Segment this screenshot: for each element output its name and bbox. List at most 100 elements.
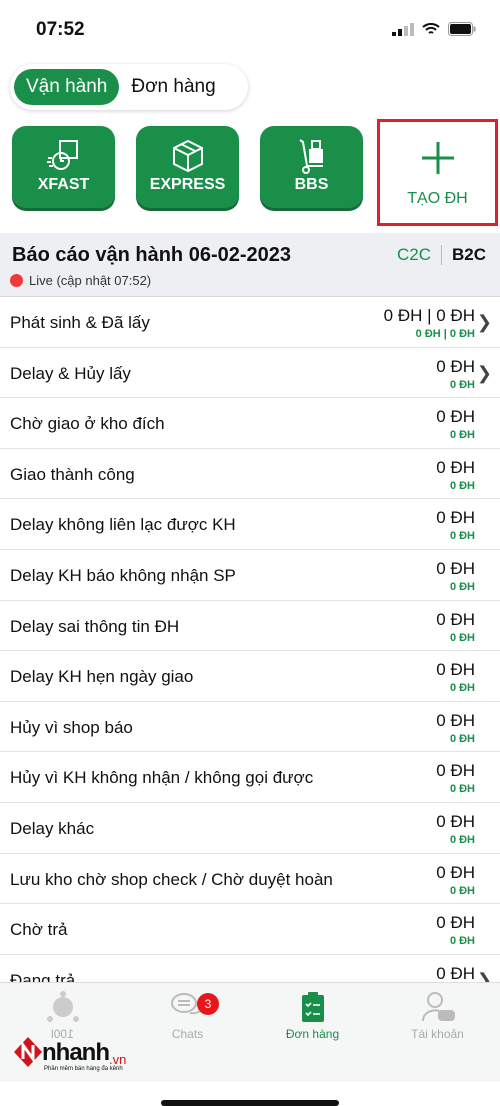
report-row: Hủy vì KH không nhận / không gọi được 0 Đ… bbox=[0, 752, 500, 803]
tab-label: Tài khoản bbox=[411, 1027, 464, 1041]
row-label: Hủy vì shop báo bbox=[10, 717, 133, 737]
network-icon bbox=[46, 991, 79, 1022]
report-list: Phát sinh & Đã lấy 0 ĐH | 0 ĐH 0 ĐH | 0 ĐH… bbox=[0, 297, 500, 1006]
plus-icon bbox=[421, 142, 454, 174]
logo-tagline: Phần mềm bán hàng đa kênh bbox=[44, 1066, 123, 1072]
row-label: Delay không liên lạc được KH bbox=[10, 515, 236, 535]
service-bbs-button[interactable]: BBS bbox=[260, 126, 363, 208]
clipboard-check-icon bbox=[301, 992, 324, 1022]
row-count: 0 ĐH bbox=[436, 660, 475, 680]
row-subcount: 0 ĐH bbox=[449, 783, 475, 796]
tab-don-hang[interactable]: Đơn hàng bbox=[250, 991, 375, 1041]
row-label: Chờ trả bbox=[10, 920, 68, 940]
b2c-toggle[interactable]: B2C bbox=[452, 245, 486, 265]
report-row: Giao thành công 0 ĐH 0 ĐH bbox=[0, 449, 500, 500]
tab-label: Chats bbox=[171, 1027, 204, 1041]
report-row: Lưu kho chờ shop check / Chờ duyệt hoàn 0… bbox=[0, 854, 500, 905]
tab-bar: 100l 3 Chats Đơn hàng Tài khoản nhanh .vn… bbox=[0, 982, 500, 1106]
tab-chats[interactable]: 3 Chats bbox=[125, 991, 250, 1041]
clock: 07:52 bbox=[36, 19, 85, 40]
box-icon bbox=[172, 139, 203, 173]
row-subcount: 0 ĐH | 0 ĐH bbox=[415, 328, 475, 340]
row-count: 0 ĐH bbox=[436, 407, 475, 427]
report-row[interactable]: Delay & Hủy lấy 0 ĐH 0 ĐH ❯ bbox=[0, 348, 500, 399]
report-row[interactable]: Phát sinh & Đã lấy 0 ĐH | 0 ĐH 0 ĐH | 0 ĐH… bbox=[0, 297, 500, 348]
row-label: Chờ giao ở kho đích bbox=[10, 414, 165, 434]
row-label: Delay khác bbox=[10, 818, 95, 838]
row-count: 0 ĐH bbox=[436, 457, 475, 477]
row-subcount: 0 ĐH bbox=[449, 479, 475, 492]
report-header: Báo cáo vận hành 06-02-2023 Live (cập nh… bbox=[0, 233, 500, 297]
service-label: EXPRESS bbox=[149, 176, 226, 193]
tab-label: Đơn hàng bbox=[285, 1027, 340, 1041]
wifi-icon bbox=[422, 22, 440, 34]
row-count: 0 ĐH bbox=[436, 811, 475, 831]
signal-icon bbox=[392, 22, 414, 36]
row-subcount: 0 ĐH bbox=[449, 884, 475, 897]
chevron-right-icon: ❯ bbox=[476, 312, 492, 332]
row-subcount: 0 ĐH bbox=[449, 682, 475, 695]
battery-icon bbox=[448, 22, 476, 36]
c2c-toggle[interactable]: C2C bbox=[397, 245, 431, 265]
service-xfast-button[interactable]: XFAST bbox=[12, 126, 115, 208]
row-label: Delay KH hẹn ngày giao bbox=[10, 667, 194, 687]
row-count: 0 ĐH bbox=[436, 558, 475, 578]
segment-van-hanh[interactable]: Vận hành bbox=[14, 69, 120, 105]
row-label: Delay sai thông tin ĐH bbox=[10, 616, 180, 636]
report-row: Delay KH báo không nhận SP 0 ĐH 0 ĐH bbox=[0, 550, 500, 601]
report-row: Chờ trả 0 ĐH 0 ĐH bbox=[0, 904, 500, 955]
row-count: 0 ĐH bbox=[436, 508, 475, 528]
channel-toggle: C2C B2C bbox=[397, 245, 486, 265]
nhanh-logo-mark-icon bbox=[14, 1037, 42, 1067]
chevron-right-icon: ❯ bbox=[476, 362, 492, 383]
report-row: Hủy vì shop báo 0 ĐH 0 ĐH bbox=[0, 702, 500, 753]
row-count: 0 ĐH bbox=[436, 356, 475, 376]
logo-text: nhanh bbox=[42, 1039, 110, 1066]
row-count: 0 ĐH bbox=[436, 913, 475, 933]
report-row: Chờ giao ở kho đích 0 ĐH 0 ĐH bbox=[0, 398, 500, 449]
row-label: Delay & Hủy lấy bbox=[10, 363, 131, 383]
live-dot-icon bbox=[10, 274, 23, 287]
row-label: Hủy vì KH không nhận / không gọi được bbox=[10, 768, 314, 788]
row-subcount: 0 ĐH bbox=[449, 833, 475, 846]
service-label: XFAST bbox=[37, 176, 90, 193]
row-subcount: 0 ĐH bbox=[449, 378, 475, 391]
service-express-button[interactable]: EXPRESS bbox=[136, 126, 239, 208]
row-label: Giao thành công bbox=[10, 464, 135, 484]
logo-suffix: .vn bbox=[109, 1052, 127, 1067]
live-text: Live (cập nhật 07:52) bbox=[29, 273, 152, 288]
segment-don-hang[interactable]: Đơn hàng bbox=[119, 69, 227, 105]
row-count: 0 ĐH bbox=[436, 761, 475, 781]
row-count: 0 ĐH bbox=[436, 963, 475, 983]
report-row: Delay sai thông tin ĐH 0 ĐH 0 ĐH bbox=[0, 601, 500, 652]
row-count: 0 ĐH bbox=[436, 710, 475, 730]
row-subcount: 0 ĐH bbox=[449, 530, 475, 543]
tab-100l[interactable]: 100l bbox=[0, 991, 125, 1041]
row-label: Phát sinh & Đã lấy bbox=[10, 313, 150, 332]
hand-truck-icon bbox=[298, 139, 323, 174]
row-label: Delay KH báo không nhận SP bbox=[10, 565, 236, 585]
row-count: 0 ĐH | 0 ĐH bbox=[383, 306, 475, 325]
create-order-label: TẠO ĐH bbox=[407, 190, 468, 207]
fast-parcel-icon bbox=[46, 140, 78, 170]
row-subcount: 0 ĐH bbox=[449, 732, 475, 745]
row-subcount: 0 ĐH bbox=[449, 429, 475, 442]
report-row: Delay khác 0 ĐH 0 ĐH bbox=[0, 803, 500, 854]
row-count: 0 ĐH bbox=[436, 609, 475, 629]
report-title: Báo cáo vận hành 06-02-2023 bbox=[12, 244, 292, 266]
report-row: Delay không liên lạc được KH 0 ĐH 0 ĐH bbox=[0, 499, 500, 550]
home-indicator[interactable] bbox=[161, 1100, 339, 1106]
service-label: BBS bbox=[294, 176, 329, 193]
report-row: Delay KH hẹn ngày giao 0 ĐH 0 ĐH bbox=[0, 651, 500, 702]
row-subcount: 0 ĐH bbox=[449, 631, 475, 644]
tab-tai-khoan[interactable]: Tài khoản bbox=[375, 991, 500, 1041]
chats-badge: 3 bbox=[197, 993, 219, 1015]
row-count: 0 ĐH bbox=[436, 862, 475, 882]
row-subcount: 0 ĐH bbox=[449, 580, 475, 593]
status-bar: 07:52 bbox=[0, 0, 500, 60]
live-indicator: Live (cập nhật 07:52) bbox=[10, 273, 151, 288]
row-label: Lưu kho chờ shop check / Chờ duyệt hoàn bbox=[10, 869, 333, 889]
create-order-button[interactable]: TẠO ĐH bbox=[377, 119, 498, 226]
mode-segmented-control: Vận hành Đơn hàng bbox=[10, 64, 248, 110]
nhanh-logo: nhanh .vn Phần mềm bán hàng đa kênh bbox=[14, 1037, 127, 1072]
